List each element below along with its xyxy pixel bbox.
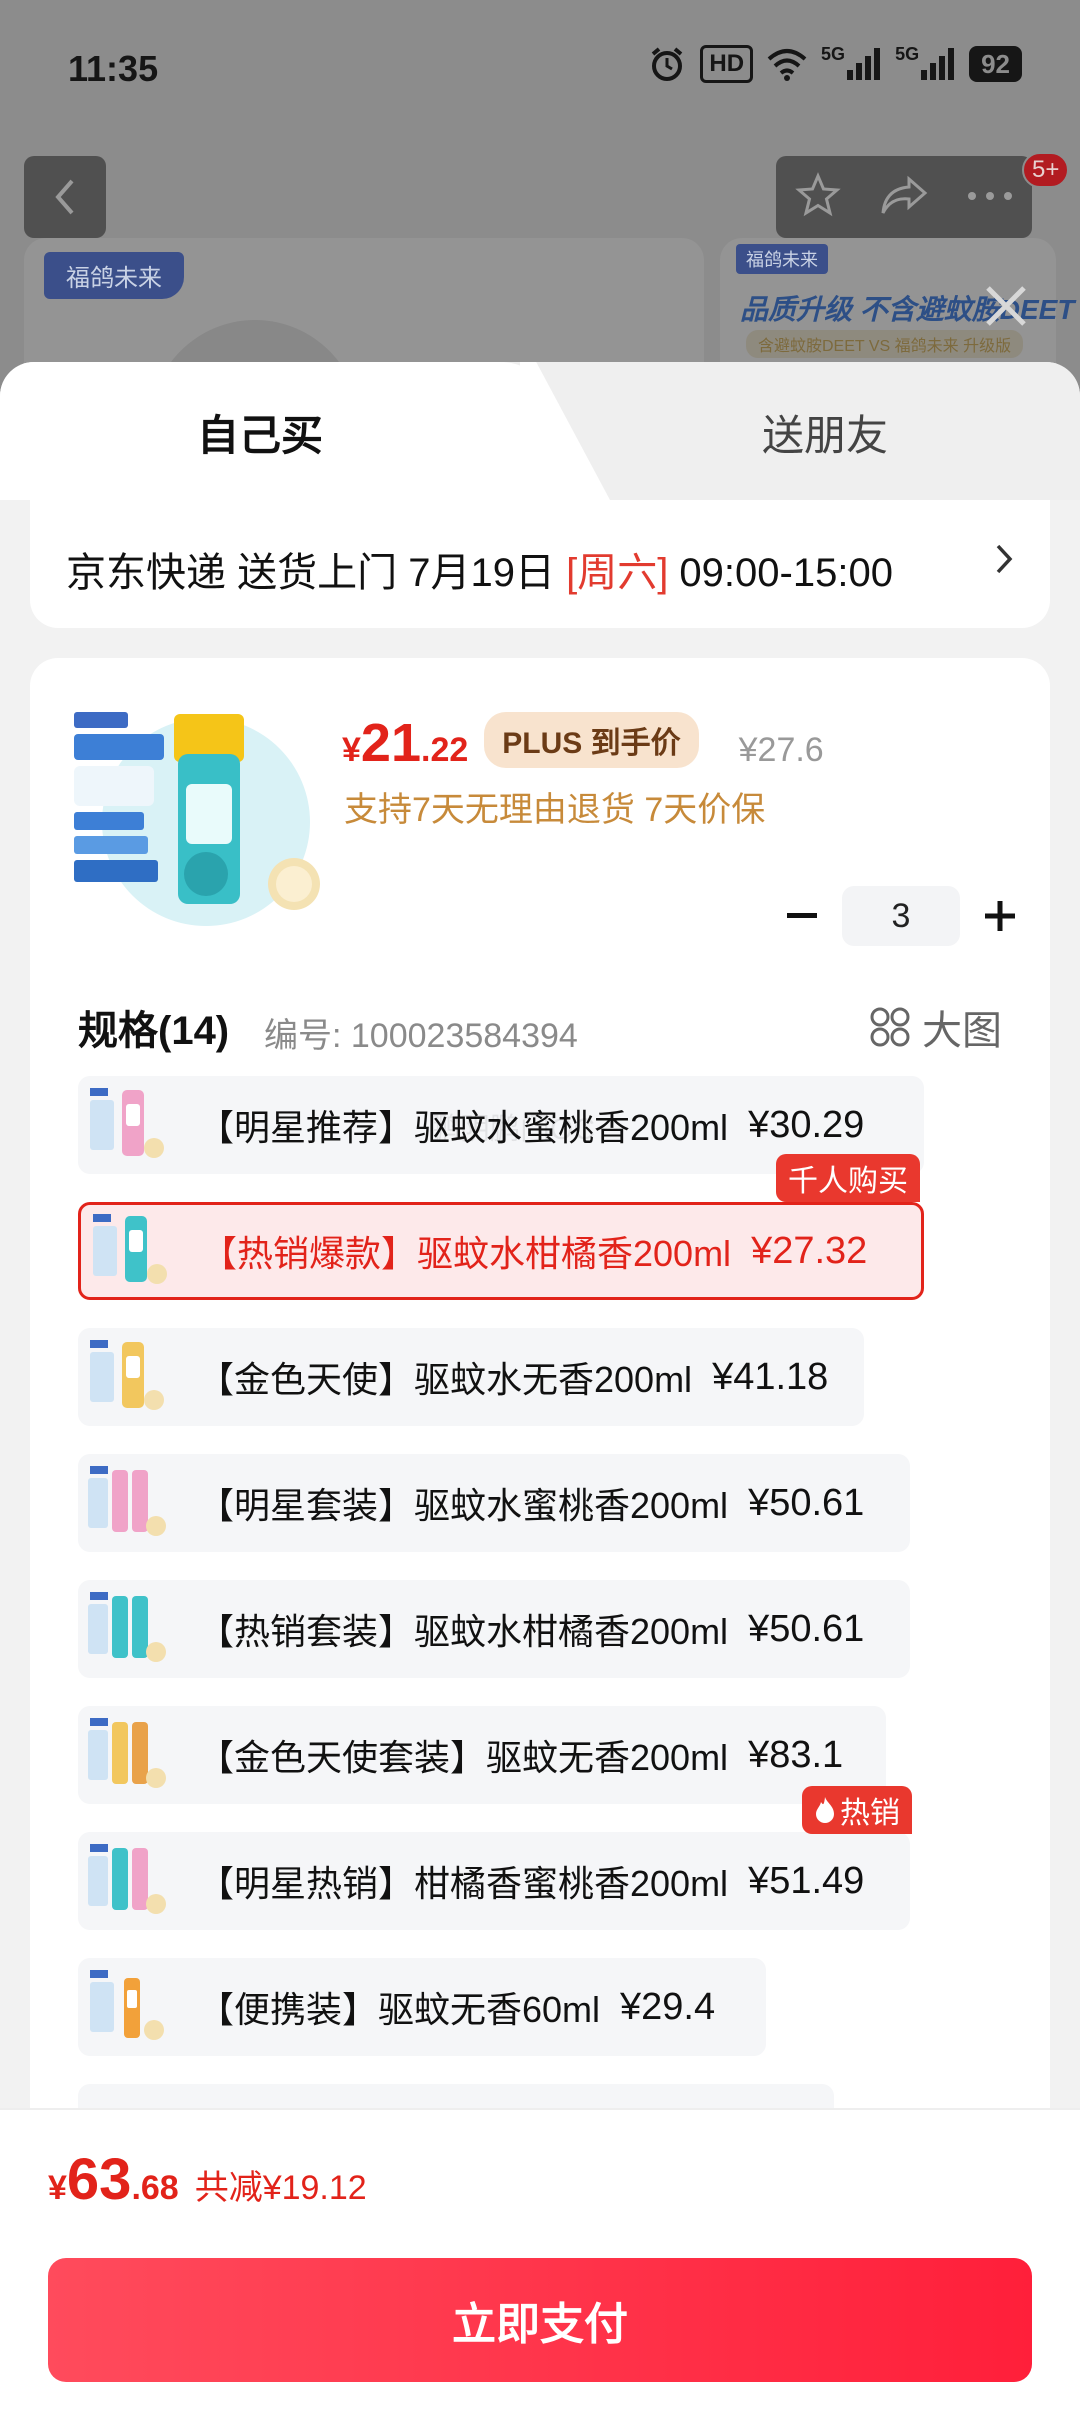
spec-name: 【热销套装】驱蚊水柑橘香200ml (198, 1611, 729, 1652)
delivery-text: 京东快递 送货上门 7月19日 [周六] 09:00-15:00 (66, 540, 893, 598)
decrease-button[interactable] (772, 886, 832, 946)
spec-thumbnail (84, 1334, 170, 1420)
tab-buy-self-label: 自己买 (196, 412, 323, 459)
spec-price: ¥83.1 (748, 1733, 844, 1776)
more-icon[interactable] (967, 188, 1013, 206)
status-bar: 11:35 HD 5G 5G 92 (0, 0, 1080, 140)
status-icons: HD 5G 5G 92 (648, 44, 1022, 84)
spec-name: 【金色天使套装】驱蚊无香200ml (198, 1737, 729, 1778)
total-decimal: .68 (131, 2169, 179, 2207)
watermark: 鹏阴鹏门OC (430, 1113, 595, 1146)
spec-price: ¥29.4 (620, 1985, 716, 2028)
spec-name: 【便携装】驱蚊无香60ml (198, 1989, 601, 2030)
quantity-value[interactable]: 3 (842, 886, 960, 946)
plus-price-tag: PLUS 到手价 (484, 712, 699, 768)
spec-item[interactable]: 【金色天使套装】驱蚊无香200ml ¥83.1 (78, 1706, 886, 1804)
chevron-right-icon (994, 542, 1014, 585)
delivery-row[interactable]: 京东快递 送货上门 7月19日 [周六] 09:00-15:00 (30, 500, 1050, 628)
spec-name: 【明星热销】柑橘香蜜桃香200ml (198, 1863, 729, 1904)
hot-badge: 热销 (802, 1786, 912, 1834)
total-saving: 共减¥19.12 (194, 2169, 367, 2207)
product-image[interactable] (66, 704, 336, 934)
big-image-label: 大图 (922, 1009, 1002, 1053)
spec-thumbnail (84, 1838, 170, 1924)
hot-badge-label: 热销 (840, 1797, 900, 1830)
hd-icon: HD (700, 45, 754, 83)
spec-price: ¥41.18 (712, 1355, 829, 1398)
share-icon[interactable] (879, 173, 929, 222)
tab-buy-self[interactable]: 自己买 (0, 362, 560, 500)
signal-5g-icon-1: 5G (821, 44, 881, 84)
spec-name: 【明星套装】驱蚊水蜜桃香200ml (198, 1485, 729, 1526)
spec-price: ¥51.49 (748, 1859, 865, 1902)
spec-price: ¥27.32 (751, 1229, 868, 1272)
chevron-left-icon (55, 179, 74, 215)
bg-brand-tag-small: 福鸽未来 (736, 244, 828, 274)
price-decimal: .22 (421, 731, 469, 769)
spec-thumbnail (84, 1082, 170, 1168)
status-time: 11:35 (68, 48, 159, 89)
spec-code: 编号: 100023584394 (264, 1017, 578, 1055)
total-currency: ¥ (48, 2169, 67, 2207)
total-row: ¥ 63 .68 共减¥19.12 (48, 2146, 367, 2213)
spec-thumbnail (87, 1208, 173, 1294)
total-integer: 63 (66, 2147, 132, 2212)
popular-badge: 千人购买 (776, 1154, 920, 1202)
spec-item[interactable]: 【明星热销】柑橘香蜜桃香200ml ¥51.49 (78, 1832, 910, 1930)
spec-price: ¥50.61 (748, 1607, 865, 1650)
fire-icon (816, 1797, 834, 1823)
service-promise: 支持7天无理由退货 7天价保 (344, 791, 766, 829)
spec-item[interactable]: 【热销套装】驱蚊水柑橘香200ml ¥50.61 (78, 1580, 910, 1678)
spec-name: 【热销爆款】驱蚊水柑橘香200ml (201, 1233, 732, 1274)
spec-item-selected[interactable]: 【热销爆款】驱蚊水柑橘香200ml ¥27.32 (78, 1202, 924, 1300)
price-row: ¥ 21 .22 PLUS 到手价 ¥27.6 (342, 712, 824, 776)
price-currency: ¥ (342, 731, 361, 769)
increase-button[interactable] (970, 886, 1030, 946)
spec-price: ¥50.61 (748, 1481, 865, 1524)
quantity-stepper: 3 (772, 886, 1030, 946)
bg-brand-tag: 福鸽未来 (44, 252, 184, 299)
delivery-time: 09:00-15:00 (668, 551, 893, 595)
delivery-prefix: 京东快递 送货上门 7月19日 (66, 551, 567, 595)
alarm-icon (648, 44, 686, 84)
purchase-sheet: 送朋友 自己买 京东快递 送货上门 7月19日 [周六] 09:00-15:00 (0, 362, 1080, 2412)
spec-thumbnail (84, 1460, 170, 1546)
wifi-icon (767, 44, 807, 84)
purchase-tabs: 送朋友 自己买 (0, 362, 1080, 500)
original-price: ¥27.6 (738, 731, 824, 769)
checkout-footer: ¥ 63 .68 共减¥19.12 立即支付 (0, 2108, 1080, 2414)
delivery-day: [周六] (566, 551, 669, 595)
top-actions (776, 156, 1032, 238)
back-button[interactable] (24, 156, 106, 238)
message-count-badge: 5+ (1022, 152, 1070, 188)
close-icon[interactable] (976, 276, 1036, 336)
pay-now-button[interactable]: 立即支付 (48, 2258, 1032, 2382)
price-integer: 21 (360, 713, 421, 773)
plus-icon (985, 901, 1015, 931)
spec-thumbnail (84, 1712, 170, 1798)
tab-send-friend-label: 送朋友 (761, 412, 888, 459)
big-image-toggle[interactable]: 大图 (870, 998, 1002, 1056)
spec-name: 【金色天使】驱蚊水无香200ml (198, 1359, 693, 1400)
spec-item[interactable]: 【便携装】驱蚊无香60ml ¥29.4 (78, 1958, 766, 2056)
spec-price: ¥30.29 (748, 1103, 865, 1146)
signal-5g-icon-2: 5G (895, 44, 955, 84)
background-page: 11:35 HD 5G 5G 92 5+ 福鸽未来 福鸽未来 品质升级 不含避蚊… (0, 0, 1080, 530)
spec-thumbnail (84, 1964, 170, 2050)
spec-title: 规格(14) (78, 1009, 230, 1053)
spec-item[interactable]: 【金色天使】驱蚊水无香200ml ¥41.18 (78, 1328, 864, 1426)
spec-thumbnail (84, 1586, 170, 1672)
minus-icon (787, 913, 817, 918)
spec-item[interactable]: 【明星套装】驱蚊水蜜桃香200ml ¥50.61 (78, 1454, 910, 1552)
battery-icon: 92 (969, 46, 1022, 82)
grid-icon (870, 1007, 910, 1047)
star-icon[interactable] (795, 171, 841, 223)
